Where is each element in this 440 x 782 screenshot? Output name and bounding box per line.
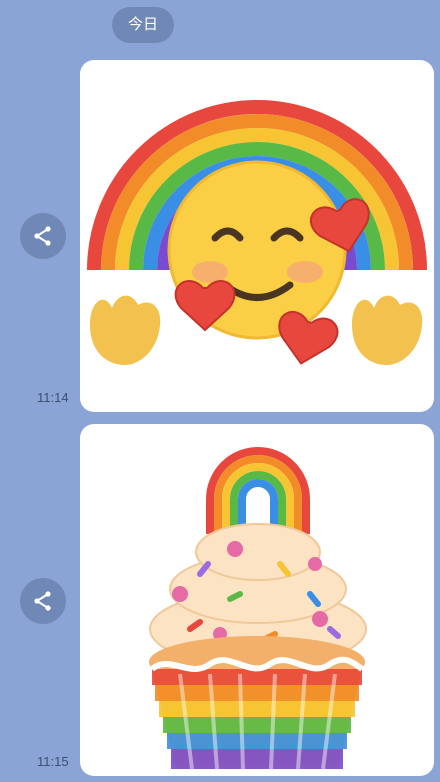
share-icon: [34, 591, 51, 611]
sticker-message-1[interactable]: [80, 60, 434, 412]
rainbow-hearts-smiley-sticker: [87, 100, 427, 365]
message-time-2: 11:15: [37, 754, 69, 769]
share-icon: [34, 226, 51, 246]
message-time-1: 11:14: [37, 390, 69, 405]
share-button-2[interactable]: [20, 578, 66, 624]
rainbow-cupcake-sticker: [149, 447, 367, 770]
share-button-1[interactable]: [20, 213, 66, 259]
sticker-message-2[interactable]: [80, 424, 434, 776]
date-divider: 今日: [112, 7, 174, 43]
